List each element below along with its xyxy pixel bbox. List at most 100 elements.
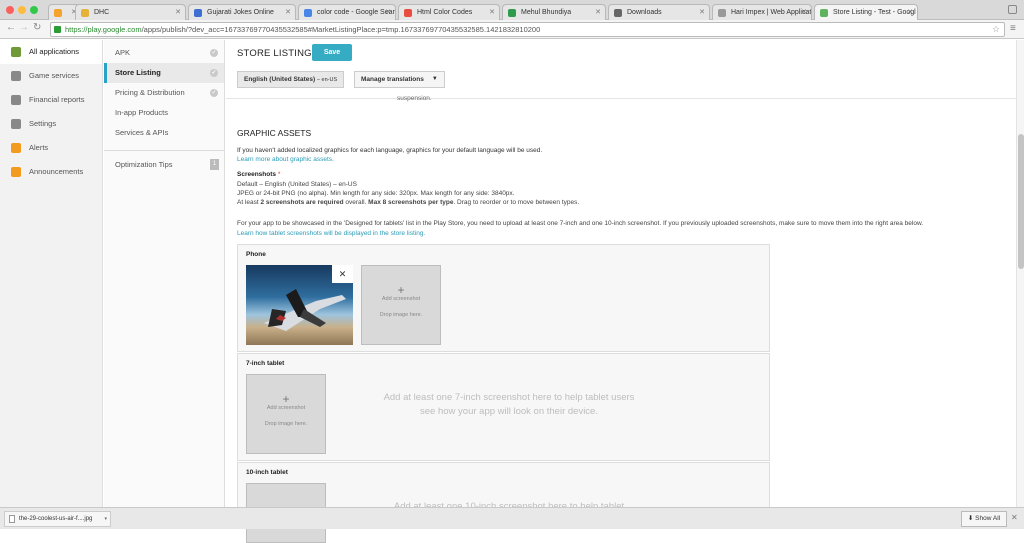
forward-arrow-icon[interactable]: →: [19, 22, 29, 33]
close-tab-icon[interactable]: ✕: [907, 5, 913, 20]
learn-graphic-assets-link[interactable]: Learn more about graphic assets.: [237, 156, 334, 163]
manage-translations-dropdown[interactable]: Manage translations ▼: [354, 71, 445, 88]
gear-icon: [11, 119, 21, 129]
browser-tab-strip: ✕DHC✕Gujarati Jokes Online✕color code - …: [0, 0, 1024, 20]
back-arrow-icon[interactable]: ←: [6, 22, 16, 33]
tablet7-title: 7-inch tablet: [246, 360, 285, 367]
browser-tab[interactable]: color code - Google Sear ✕: [298, 4, 396, 20]
tablet7-add-screenshot-dropzone[interactable]: + Add screenshot Drop image here.: [246, 374, 326, 454]
app-sub-nav: APK ✓ Store Listing ✓ Pricing & Distribution…: [104, 40, 225, 507]
close-tab-icon[interactable]: ✕: [699, 5, 705, 20]
count-post: . Drag to reorder or to move between typ…: [453, 199, 580, 206]
subnav-item-label: Services & APIs: [115, 128, 169, 137]
profile-icon[interactable]: [1008, 5, 1017, 14]
page-scrollbar[interactable]: [1016, 40, 1024, 507]
tablet7-help-text: Add at least one 7-inch screenshot here …: [383, 392, 635, 417]
browser-tab[interactable]: Downloads ✕: [608, 4, 710, 20]
sidebar-item-all-applications[interactable]: All applications: [0, 40, 102, 64]
browser-tab-label: color code - Google Sear: [317, 9, 395, 16]
subnav-item-pricing-distribution[interactable]: Pricing & Distribution ✓: [104, 83, 224, 103]
gamepad-icon: [11, 71, 21, 81]
suspension-text: suspension.: [397, 95, 432, 102]
optimization-count-badge: 1: [210, 159, 219, 170]
remove-screenshot-button[interactable]: ✕: [332, 265, 353, 283]
language-label: English (United States): [244, 76, 316, 83]
close-tab-icon[interactable]: ✕: [595, 5, 601, 20]
tablet7-screenshots-panel: 7-inch tablet + Add screenshot Drop imag…: [237, 353, 770, 461]
browser-tab[interactable]: DHC ✕: [75, 4, 186, 20]
check-icon: ✓: [210, 49, 218, 57]
download-item[interactable]: the-29-coolest-us-air-f....jpg ▾: [4, 511, 111, 527]
add-screenshot-label: Add screenshot: [381, 296, 421, 302]
page-title: STORE LISTING: [237, 48, 312, 59]
minimize-window-button[interactable]: [18, 6, 26, 14]
save-button[interactable]: Save: [312, 44, 352, 61]
scrollbar-thumb[interactable]: [1018, 134, 1024, 269]
caret-down-icon[interactable]: ▾: [104, 512, 107, 526]
count-max: Max 8 screenshots per type: [368, 199, 454, 206]
close-window-button[interactable]: [6, 6, 14, 14]
phone-add-screenshot-dropzone[interactable]: + Add screenshot Drop image here.: [361, 265, 441, 345]
close-tab-icon[interactable]: ✕: [489, 5, 495, 20]
sidebar-item-announcements[interactable]: Announcements: [0, 160, 102, 184]
close-tab-icon[interactable]: ✕: [175, 5, 181, 20]
close-tab-icon[interactable]: ✕: [385, 5, 391, 20]
count-pre: At least: [237, 199, 261, 206]
browser-tab-label: Html Color Codes: [417, 9, 473, 16]
language-code: – en-US: [316, 77, 338, 83]
screenshots-label: Screenshots *: [237, 171, 280, 178]
sidebar-item-financial-reports[interactable]: Financial reports: [0, 88, 102, 112]
browser-tab[interactable]: Gujarati Jokes Online ✕: [188, 4, 296, 20]
sidebar-item-game-services[interactable]: Game services: [0, 64, 102, 88]
browser-tab[interactable]: Mehul Bhundiya ✕: [502, 4, 606, 20]
favicon-icon: [718, 9, 726, 17]
subnav-item-services-apis[interactable]: Services & APIs: [104, 123, 224, 143]
reload-icon[interactable]: ↻: [33, 22, 41, 33]
plus-icon: +: [397, 283, 405, 297]
favicon-icon: [508, 9, 516, 17]
subnav-item-in-app-products[interactable]: In-app Products: [104, 103, 224, 123]
file-icon: [9, 515, 15, 523]
favicon-icon: [614, 9, 622, 17]
browser-tab[interactable]: Hari Impex | Web Applicati ✕: [712, 4, 812, 20]
alert-icon: [11, 143, 21, 153]
download-shelf: the-29-coolest-us-air-f....jpg ▾ ⬇ Show …: [0, 507, 1024, 529]
browser-tab-label: Downloads: [627, 9, 662, 16]
phone-screenshot-thumbnail[interactable]: ✕: [246, 265, 353, 345]
sidebar-item-label: Settings: [29, 119, 57, 128]
screenshots-label-text: Screenshots: [237, 171, 277, 178]
sidebar-item-settings[interactable]: Settings: [0, 112, 102, 136]
sidebar-item-alerts[interactable]: Alerts: [0, 136, 102, 160]
drop-image-label: Drop image here.: [379, 312, 423, 318]
browser-tab[interactable]: Store Listing - Test - Googl ✕: [814, 4, 918, 20]
reports-icon: [11, 95, 21, 105]
sidebar-item-label: Financial reports: [29, 95, 85, 104]
subnav-item-label: Store Listing: [115, 68, 161, 77]
subnav-item-apk[interactable]: APK ✓: [104, 43, 224, 63]
show-all-downloads-button[interactable]: ⬇ Show All: [961, 511, 1007, 527]
favicon-icon: [304, 9, 312, 17]
show-all-label: Show All: [975, 515, 1001, 522]
url-input[interactable]: https://play.google.com/apps/publish/?de…: [50, 22, 1005, 37]
subnav-item-label: Pricing & Distribution: [115, 88, 185, 97]
bookmark-star-icon[interactable]: ☆: [992, 23, 1000, 36]
android-icon: [11, 47, 21, 57]
close-tab-icon[interactable]: ✕: [801, 5, 807, 20]
tablet-screenshots-link[interactable]: Learn how tablet screenshots will be dis…: [237, 230, 425, 237]
sidebar-item-optimization-tips[interactable]: Optimization Tips 1: [104, 155, 224, 175]
sidebar-item-label: Announcements: [29, 167, 84, 176]
subnav-item-store-listing[interactable]: Store Listing ✓: [104, 63, 224, 83]
default-language-line: Default – English (United States) – en-U…: [237, 181, 357, 188]
drop-image-label: Drop image here.: [264, 421, 308, 427]
download-filename: the-29-coolest-us-air-f....jpg: [19, 516, 93, 522]
main-content: STORE LISTING Save English (United State…: [226, 40, 1016, 543]
zoom-window-button[interactable]: [30, 6, 38, 14]
language-button[interactable]: English (United States) – en-US: [237, 71, 345, 88]
check-icon: ✓: [210, 69, 218, 77]
browser-tab-label: Gujarati Jokes Online: [207, 9, 274, 16]
menu-icon[interactable]: ≡: [1010, 23, 1016, 34]
close-shelf-icon[interactable]: ✕: [1011, 513, 1018, 522]
address-bar: ← → ↻ https://play.google.com/apps/publi…: [0, 20, 1024, 39]
browser-tab[interactable]: Html Color Codes ✕: [398, 4, 500, 20]
close-tab-icon[interactable]: ✕: [285, 5, 291, 20]
